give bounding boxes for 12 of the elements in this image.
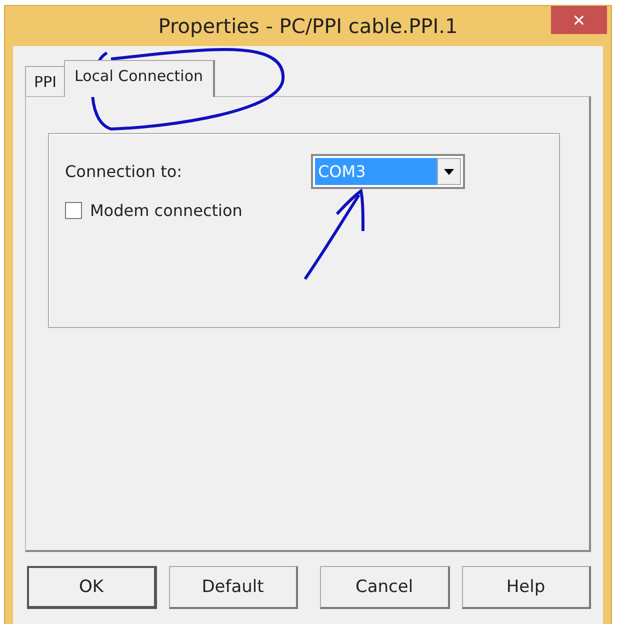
close-button[interactable]: ✕ (551, 6, 607, 34)
window-title: Properties - PC/PPI cable.PPI.1 (158, 14, 458, 38)
dialog-button[interactable]: OK (27, 566, 157, 609)
tab[interactable]: PPI (25, 66, 66, 97)
dialog-button[interactable]: Default (168, 566, 298, 609)
checkbox[interactable] (65, 202, 82, 219)
dialog-button[interactable]: Cancel (320, 566, 450, 609)
connection-label: Connection to: (65, 162, 182, 181)
dialog-button[interactable]: Help (462, 566, 591, 609)
checkbox-label: Modem connection (90, 201, 242, 220)
tab[interactable]: Local Connection (64, 60, 216, 97)
dropdown-value: COM3 (315, 158, 437, 185)
